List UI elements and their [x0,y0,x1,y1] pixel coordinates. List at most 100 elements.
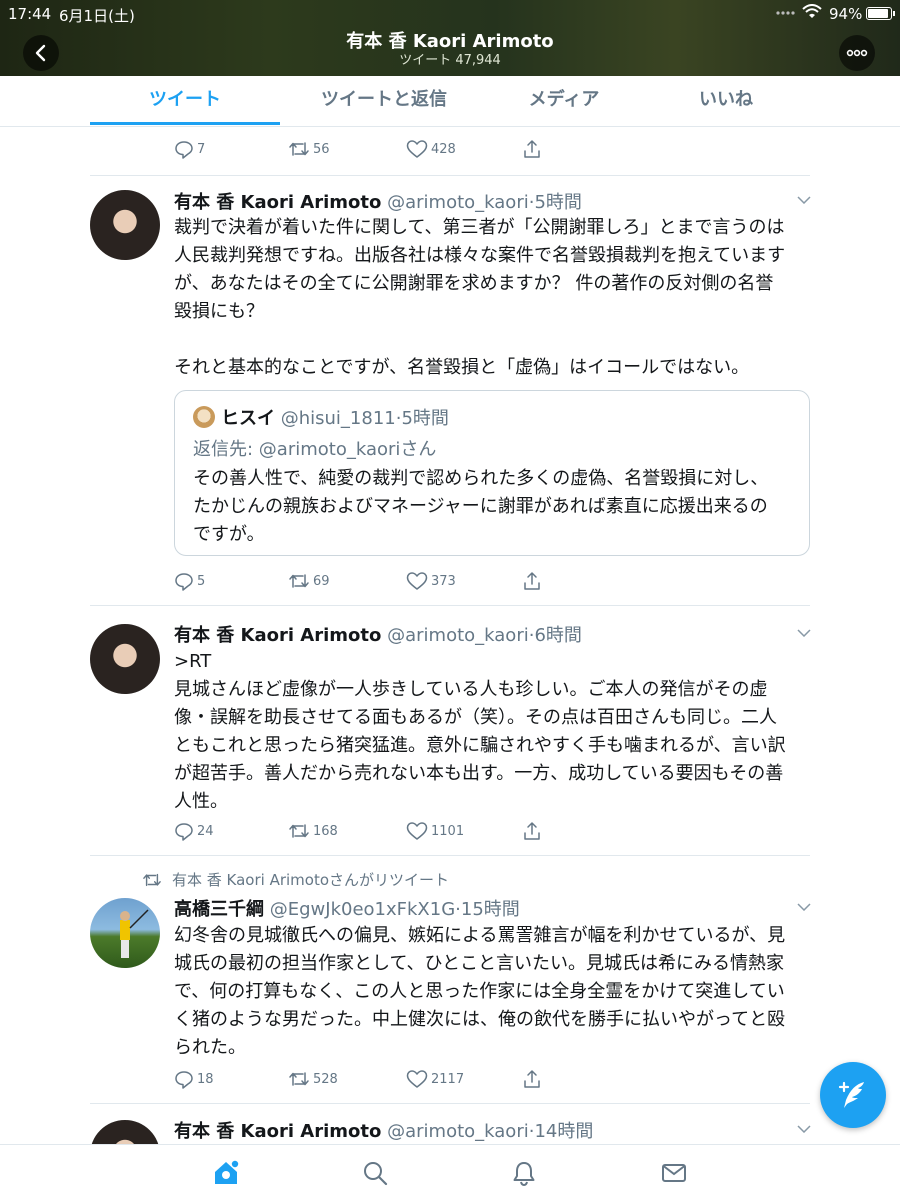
battery-percent: 94% [829,5,863,23]
tweet-time: ·15時間 [455,899,520,920]
retweet-button[interactable]: 528 [288,1068,338,1090]
quote-time: ·5時間 [395,408,449,429]
tweet-divider [90,175,810,176]
retweet-button[interactable]: 168 [288,820,338,842]
quote-header: ヒスイ @hisui_1811·5時間 [221,404,449,430]
retweeted-by: 有本 香 Kaori Arimotoさんがリツイート [142,869,449,890]
tweet-text: >RT 見城さんほど虚像が一人歩きしている人も珍しい。ご本人の発信がその虚 像・… [174,651,786,812]
tweet-count: ツイート 47,944 [399,53,501,68]
share-icon [524,1070,540,1088]
tab-tweets-and-replies[interactable]: ツイートと返信 [289,76,479,126]
retweet-count: 168 [313,823,338,839]
avatar[interactable] [90,898,160,968]
tweet-header: 高橋三千綱 @EgwJk0eo1xFkX1G·15時間 [174,895,520,921]
quote-author-handle: @hisui_1811 [280,408,396,429]
tab-tweets[interactable]: ツイート [90,76,280,126]
tweet-header: 有本 香 Kaori Arimoto @arimoto_kaori·6時間 [174,621,582,647]
mail-icon[interactable] [660,1159,688,1187]
reply-button[interactable]: 5 [174,570,205,592]
compose-icon [838,1081,864,1108]
heart-icon [406,1070,428,1088]
tab-likes[interactable]: いいね [631,76,821,126]
like-button[interactable]: 2117 [406,1068,464,1090]
tweet-actions: 18 528 2117 [174,1068,574,1092]
active-tab-indicator [90,122,280,125]
author-name[interactable]: 有本 香 Kaori Arimoto [174,192,381,213]
share-icon [524,822,540,840]
tweet-actions: 5 69 373 [174,570,574,594]
tweet-time: ·5時間 [528,192,582,213]
reply-icon [175,573,193,591]
share-button[interactable] [522,570,542,592]
like-count: 2117 [431,1071,465,1087]
share-button[interactable] [522,138,542,160]
retweet-icon [289,142,309,156]
wifi-icon [802,4,822,18]
compose-tweet-button[interactable] [820,1062,886,1128]
reply-button[interactable]: 18 [174,1068,214,1090]
tweet-actions: 24 168 1101 [174,820,574,844]
quote-reply-to: 返信先: @arimoto_kaoriさん [193,439,437,460]
retweet-count: 56 [313,141,330,157]
search-icon[interactable] [361,1159,389,1187]
quote-author-name: ヒスイ [221,408,275,429]
tweet-time: ·6時間 [528,625,582,646]
author-name[interactable]: 有本 香 Kaori Arimoto [174,1121,381,1142]
profile-tabs: ツイート ツイートと返信 メディア いいね [0,76,900,127]
retweet-count: 528 [313,1071,338,1087]
author-handle[interactable]: @arimoto_kaori [387,192,529,213]
retweet-button[interactable]: 69 [288,570,330,592]
chevron-down-icon[interactable] [797,903,811,911]
like-count: 373 [431,573,456,589]
share-button[interactable] [522,1068,542,1090]
battery-icon [866,7,895,20]
retweet-icon [289,1072,309,1086]
signal-dots-icon [776,11,795,15]
more-button[interactable] [839,35,875,71]
reply-count: 7 [197,141,206,157]
author-handle[interactable]: @arimoto_kaori [387,1121,529,1142]
reply-button[interactable]: 24 [174,820,214,842]
quote-avatar [193,406,215,428]
quote-text: その善人性で、純愛の裁判で認められた多くの虚偽、名誉毀損に対し、 たかじんの親族… [193,468,769,545]
status-date: 6月1日(土) [59,7,135,25]
bell-icon[interactable] [510,1159,538,1187]
share-icon [524,140,540,158]
chevron-down-icon[interactable] [797,1125,811,1133]
heart-icon [406,140,428,158]
retweet-icon [289,824,309,838]
tweet-divider [90,605,810,606]
like-button[interactable]: 1101 [406,820,464,842]
share-button[interactable] [522,820,542,842]
heart-icon [406,572,428,590]
retweet-icon [143,873,161,886]
reply-icon [175,1071,193,1089]
author-handle[interactable]: @EgwJk0eo1xFkX1G [270,899,455,920]
tweet-text: 裁判で決着が着いた件に関して、第三者が「公開謝罪しろ」とまで言うのは 人民裁判発… [174,217,786,378]
tweet-header: 有本 香 Kaori Arimoto @arimoto_kaori·14時間 [174,1117,593,1143]
quoted-tweet[interactable]: ヒスイ @hisui_1811·5時間 返信先: @arimoto_kaoriさ… [174,390,810,556]
like-button[interactable]: 373 [406,570,456,592]
like-button[interactable]: 428 [406,138,456,160]
share-icon [524,572,540,590]
chevron-down-icon[interactable] [797,196,811,204]
reply-count: 5 [197,573,206,589]
retweet-button[interactable]: 56 [288,138,330,160]
retweet-icon [289,574,309,588]
reply-icon [175,141,193,159]
home-icon[interactable] [212,1159,240,1187]
heart-icon [406,822,428,840]
author-name[interactable]: 高橋三千綱 [174,899,264,920]
tweet-divider [90,855,810,856]
retweet-count: 69 [313,573,330,589]
retweeted-by-label[interactable]: 有本 香 Kaori Arimotoさんがリツイート [172,869,449,890]
author-name[interactable]: 有本 香 Kaori Arimoto [174,625,381,646]
author-handle[interactable]: @arimoto_kaori [387,625,529,646]
more-icon [846,49,868,57]
avatar[interactable] [90,190,160,260]
chevron-down-icon[interactable] [797,629,811,637]
reply-button[interactable]: 7 [174,138,205,160]
profile-header: 17:44 6月1日(土) 94% 有本 香 Kaori Arimoto ツイー… [0,0,900,76]
reply-icon [175,823,193,841]
avatar[interactable] [90,624,160,694]
